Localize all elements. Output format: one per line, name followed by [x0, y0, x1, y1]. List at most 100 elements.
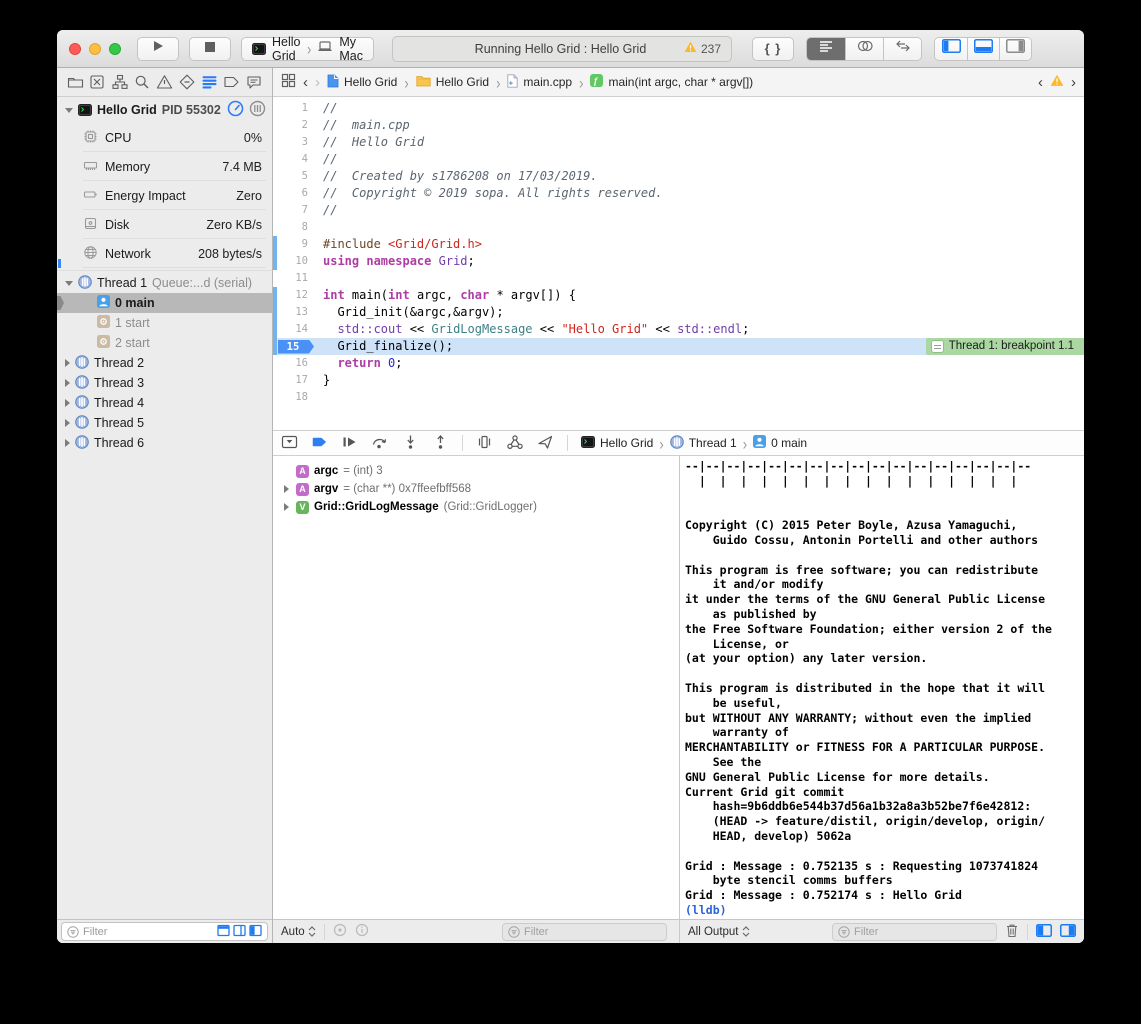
disclosure-triangle[interactable]: [65, 399, 70, 407]
thread-row[interactable]: Thread 2: [57, 353, 272, 373]
variables-view[interactable]: A argc = (int) 3 A argv = (char **) 0x7f…: [273, 456, 680, 919]
simulate-location-button[interactable]: [537, 434, 554, 453]
back-button[interactable]: ‹: [303, 75, 308, 90]
thread-row[interactable]: Thread 3: [57, 373, 272, 393]
variable-row[interactable]: A argv = (char **) 0x7ffeefbff568: [273, 480, 679, 498]
related-items-icon[interactable]: [281, 73, 296, 91]
thread-row[interactable]: Thread 1Queue:...d (serial): [57, 273, 272, 293]
line-number[interactable]: 10: [273, 253, 317, 270]
view-debugger-button[interactable]: [476, 434, 493, 453]
gauges-view-button[interactable]: [227, 100, 244, 120]
toggle-console-view-button[interactable]: [1060, 924, 1076, 940]
jump-bar-segment[interactable]: +main.cpp: [507, 74, 572, 91]
variable-row[interactable]: V Grid::GridLogMessage (Grid::GridLogger…: [273, 498, 679, 516]
line-number[interactable]: 16: [273, 355, 317, 372]
view-mode-split-icon[interactable]: [233, 924, 246, 940]
line-number[interactable]: 12: [273, 287, 317, 304]
line-number[interactable]: 5: [273, 168, 317, 185]
line-number[interactable]: 11: [273, 270, 317, 287]
line-number[interactable]: 7: [273, 202, 317, 219]
continue-button[interactable]: [341, 434, 358, 453]
report-navigator-icon[interactable]: [244, 72, 264, 92]
gauge-row-network[interactable]: Network 208 bytes/s: [57, 239, 272, 268]
step-into-button[interactable]: [402, 434, 419, 453]
disclosure-triangle[interactable]: [65, 281, 73, 286]
scheme-selector[interactable]: Hello Grid › My Mac: [241, 37, 374, 61]
test-navigator-icon[interactable]: [177, 72, 197, 92]
standard-editor-button[interactable]: [807, 38, 845, 60]
activity-viewer[interactable]: Running Hello Grid : Hello Grid 237: [392, 36, 732, 62]
line-number[interactable]: 14: [273, 321, 317, 338]
thread-row[interactable]: Thread 6: [57, 433, 272, 453]
gauge-row-energy-impact[interactable]: Energy Impact Zero: [57, 181, 272, 210]
breakpoint-indicator[interactable]: 15: [278, 340, 314, 354]
warning-count-badge[interactable]: 237: [674, 37, 731, 61]
line-number[interactable]: 18: [273, 389, 317, 406]
project-navigator-icon[interactable]: [65, 72, 85, 92]
console-output[interactable]: --|--|--|--|--|--|--|--|--|--|--|--|--|-…: [680, 456, 1084, 919]
jump-bar-segment[interactable]: Hello Grid: [327, 74, 397, 91]
find-navigator-icon[interactable]: [132, 72, 152, 92]
line-number[interactable]: 4: [273, 151, 317, 168]
symbol-navigator-icon[interactable]: [110, 72, 130, 92]
issue-navigator-icon[interactable]: [155, 72, 175, 92]
jump-bar-segment[interactable]: fmain(int argc, char * argv[]): [590, 74, 753, 90]
breakpoints-toggle-button[interactable]: [311, 434, 328, 453]
variable-row[interactable]: A argc = (int) 3: [273, 462, 679, 480]
variables-filter-input[interactable]: Filter: [502, 923, 667, 941]
source-editor[interactable]: 1//2// main.cpp3// Hello Grid4//5// Crea…: [273, 97, 1084, 430]
thread-row[interactable]: Thread 4: [57, 393, 272, 413]
view-mode-top-icon[interactable]: [217, 924, 230, 940]
line-number[interactable]: 3: [273, 134, 317, 151]
disclosure-triangle[interactable]: [65, 359, 70, 367]
variables-scope-popup[interactable]: Auto: [281, 926, 316, 938]
navigator-filter-input[interactable]: Filter: [61, 922, 268, 941]
debug-context-segment[interactable]: Hello Grid: [581, 436, 653, 451]
assistant-editor-button[interactable]: [845, 38, 883, 60]
stop-button[interactable]: [189, 37, 231, 61]
stack-frame-row[interactable]: 0 main: [57, 293, 272, 313]
view-mode-left-icon[interactable]: [249, 924, 262, 940]
line-number[interactable]: 13: [273, 304, 317, 321]
info-icon[interactable]: [355, 923, 369, 940]
clear-console-button[interactable]: [1005, 923, 1019, 941]
threads-view-button[interactable]: [249, 100, 266, 120]
memory-graph-button[interactable]: [506, 434, 524, 453]
disclosure-triangle[interactable]: [284, 503, 289, 511]
disclosure-triangle[interactable]: [65, 379, 70, 387]
disclosure-triangle[interactable]: [65, 419, 70, 427]
source-control-navigator-icon[interactable]: [87, 72, 107, 92]
warning-icon[interactable]: [1050, 74, 1064, 90]
gauge-row-memory[interactable]: Memory 7.4 MB: [57, 152, 272, 181]
close-window-button[interactable]: [69, 43, 81, 55]
console-filter-input[interactable]: Filter: [832, 923, 997, 941]
version-editor-button[interactable]: [883, 38, 921, 60]
debug-context-segment[interactable]: Thread 1: [670, 435, 737, 452]
step-over-button[interactable]: [371, 434, 389, 453]
gauge-row-cpu[interactable]: CPU 0%: [57, 123, 272, 152]
line-number[interactable]: 2: [273, 117, 317, 134]
disclosure-triangle[interactable]: [284, 485, 289, 493]
line-number[interactable]: 1: [273, 100, 317, 117]
jump-bar-segment[interactable]: Hello Grid: [416, 75, 489, 90]
process-row[interactable]: Hello Grid PID 55302: [57, 97, 272, 123]
previous-issue-button[interactable]: ‹: [1038, 75, 1043, 90]
debug-context-segment[interactable]: 0 main: [753, 435, 807, 451]
line-number[interactable]: 15: [273, 338, 317, 355]
toggle-variables-view-button[interactable]: [1036, 924, 1052, 940]
console-output-popup[interactable]: All Output: [688, 926, 750, 938]
debug-navigator-icon[interactable]: [199, 72, 219, 92]
line-number[interactable]: 8: [273, 219, 317, 236]
stack-frame-row[interactable]: 2 start: [57, 333, 272, 353]
stack-frame-row[interactable]: 1 start: [57, 313, 272, 333]
thread-row[interactable]: Thread 5: [57, 413, 272, 433]
scope-icon[interactable]: [333, 923, 347, 940]
disclosure-triangle[interactable]: [65, 108, 73, 113]
hide-debug-area-button[interactable]: [281, 434, 298, 453]
toggle-debug-area-button[interactable]: [967, 38, 999, 60]
toggle-inspector-button[interactable]: [999, 38, 1031, 60]
run-button[interactable]: [137, 37, 179, 61]
zoom-window-button[interactable]: [109, 43, 121, 55]
toggle-navigator-button[interactable]: [935, 38, 967, 60]
breakpoint-navigator-icon[interactable]: [222, 72, 242, 92]
